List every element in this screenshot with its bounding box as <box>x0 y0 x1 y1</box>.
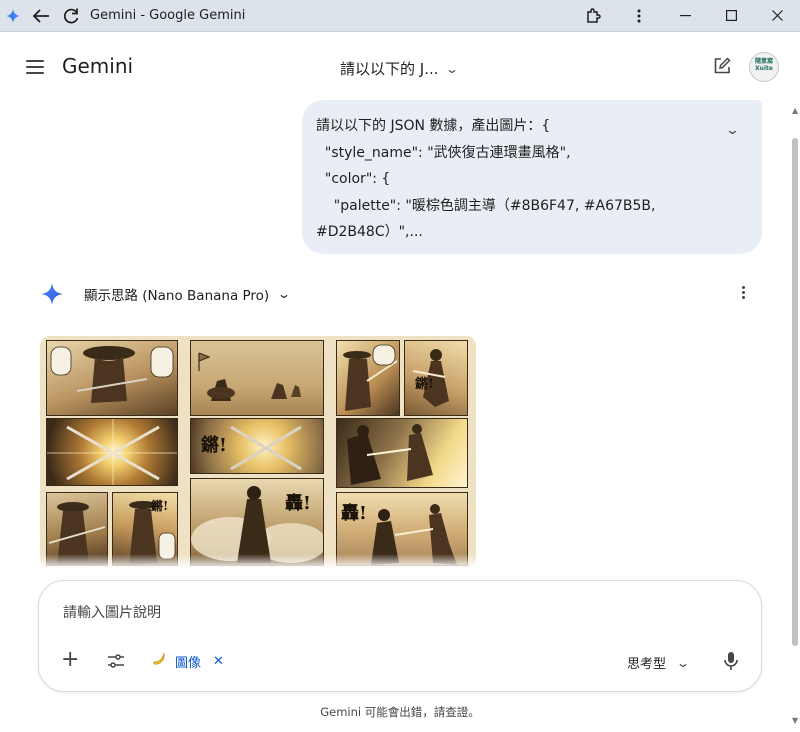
comic-panel: 轟! <box>336 492 468 566</box>
user-message-bubble: 請以以下的 JSON 數據，產出圖片：{ "style_name": "武俠復古… <box>302 100 762 254</box>
gemini-spark-icon <box>41 283 63 305</box>
maximize-icon[interactable] <box>708 0 754 32</box>
comic-panel <box>336 340 400 416</box>
comic-sfx-text: 轟! <box>285 493 311 514</box>
hamburger-menu-icon[interactable] <box>24 56 46 78</box>
comic-panel <box>336 418 468 488</box>
user-message-line: 請以以下的 JSON 數據，產出圖片：{ <box>316 118 551 134</box>
conversation-title-dropdown[interactable]: 請以以下的 J... ⌄ <box>340 58 459 79</box>
banana-icon <box>151 651 167 671</box>
comic-panel <box>46 492 108 566</box>
model-mode-selector[interactable]: 思考型 ⌄ <box>627 653 691 673</box>
chevron-down-icon: ⌄ <box>444 61 459 76</box>
expand-chevron-icon[interactable]: ⌄ <box>725 118 740 145</box>
mode-label: 思考型 <box>627 657 667 672</box>
user-message-line: "palette": "暖棕色調主導（#8B6F47, #A67B5B, <box>316 197 656 214</box>
comic-sfx-text: 鏘! <box>201 435 227 456</box>
scrollbar[interactable]: ▲ ▼ <box>790 102 800 732</box>
comic-panel <box>46 418 178 486</box>
image-tool-chip[interactable]: 圖像 ✕ <box>151 649 224 673</box>
add-attachment-plus-icon[interactable]: + <box>61 649 79 671</box>
comic-panel <box>190 340 324 416</box>
comic-sfx-text: 轟! <box>341 503 367 524</box>
gemini-app-icon <box>0 0 26 32</box>
microphone-icon[interactable] <box>723 651 739 671</box>
new-chat-edit-icon[interactable] <box>712 56 734 78</box>
user-message-line: #D2B48C）",... <box>316 224 423 240</box>
minimize-icon[interactable] <box>662 0 708 32</box>
prompt-input[interactable] <box>63 605 663 621</box>
comic-sfx-text: 鏘! <box>151 499 169 513</box>
disclaimer-text: Gemini 可能會出錯，請查證。 <box>320 705 480 719</box>
scroll-up-arrow-icon[interactable]: ▲ <box>792 106 798 115</box>
window-title: Gemini - Google Gemini <box>90 8 246 23</box>
brand-title: Gemini <box>62 54 134 78</box>
comic-sfx-text: 鏘! <box>415 377 434 392</box>
back-arrow-icon[interactable] <box>26 0 56 32</box>
scroll-down-arrow-icon[interactable]: ▼ <box>792 716 798 725</box>
tools-settings-icon[interactable] <box>107 653 125 669</box>
comic-panel: 轟! <box>190 478 324 566</box>
user-message-line: "style_name": "武俠復古連環畫風格", <box>316 144 571 161</box>
chevron-down-icon[interactable]: ⌄ <box>277 287 291 301</box>
avatar[interactable]: 隨意窩 Xuite <box>749 52 779 82</box>
conversation-title: 請以以下的 J... <box>340 60 439 78</box>
comic-panel: 鏘! <box>190 418 324 474</box>
image-chip-label: 圖像 <box>175 655 202 671</box>
extension-icon[interactable] <box>570 0 616 32</box>
window-titlebar: Gemini - Google Gemini <box>0 0 800 32</box>
app-header: Gemini 請以以下的 J... ⌄ 隨意窩 Xuite <box>0 32 800 102</box>
prompt-composer: + 圖像 ✕ 思考型 ⌄ <box>38 580 762 692</box>
generated-comic-image[interactable]: 鏘! 鏘! 鏘! 轟! 轟! <box>40 336 476 568</box>
close-icon[interactable] <box>754 0 800 32</box>
chevron-down-icon: ⌄ <box>676 655 691 670</box>
comic-panel: 鏘! <box>404 340 468 416</box>
comic-panel: 鏘! <box>112 492 178 566</box>
more-options-icon[interactable] <box>742 286 746 299</box>
comic-panel <box>46 340 178 416</box>
model-response-header: 顯示思路 (Nano Banana Pro) ⌄ <box>40 280 760 308</box>
scrollbar-thumb[interactable] <box>792 138 798 646</box>
remove-chip-close-icon[interactable]: ✕ <box>213 654 224 669</box>
user-message-line: "color": { <box>316 171 391 187</box>
more-vert-icon[interactable] <box>616 0 662 32</box>
show-thinking-toggle[interactable]: 顯示思路 (Nano Banana Pro) <box>84 284 269 304</box>
reload-icon[interactable] <box>56 0 86 32</box>
